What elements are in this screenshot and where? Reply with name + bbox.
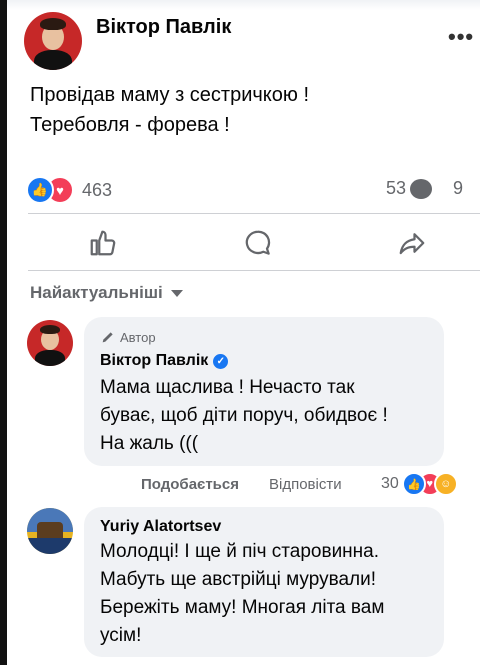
post-author-avatar[interactable] — [24, 12, 82, 70]
comments-count-link[interactable]: 53 — [386, 178, 433, 199]
comment-icon — [410, 178, 433, 199]
avatar-hair-shape — [40, 18, 66, 30]
verified-icon: ✓ — [213, 354, 229, 369]
sort-label: Найактуальніші — [30, 283, 163, 302]
comment-author-name[interactable]: Віктор Павлік ✓ — [100, 352, 229, 370]
top-strip — [0, 0, 480, 10]
author-badge-label: Автор — [120, 329, 156, 345]
like-action-icon[interactable] — [88, 228, 118, 258]
comment-like-button[interactable]: Подобається — [141, 476, 239, 493]
reactions-count: 463 — [82, 179, 113, 200]
shares-count-link[interactable]: 9 — [453, 178, 463, 199]
comment-action-icon[interactable] — [243, 228, 273, 258]
avatar-ground-shape — [27, 538, 73, 554]
comment-author-avatar[interactable] — [27, 320, 73, 366]
post-text: Провідав маму з сестричкою ! Теребовля -… — [30, 84, 310, 136]
author-badge: Автор — [100, 329, 156, 345]
comment-text: Мама щаслива ! Нечасто так буває, щоб ді… — [100, 377, 388, 454]
comment-text: Молодці! І ще й піч старовинна. Мабуть щ… — [100, 541, 385, 646]
avatar-body-shape — [34, 50, 72, 70]
more-icon[interactable]: ••• — [448, 24, 474, 50]
post-reactions-summary[interactable]: 👍 ♥ 463 — [26, 176, 112, 204]
like-reaction-icon: 👍 — [26, 176, 54, 204]
shares-count: 9 — [453, 178, 464, 198]
divider — [28, 213, 480, 214]
avatar-body-shape — [35, 350, 65, 366]
comment-author-name-text: Віктор Павлік — [100, 352, 209, 369]
comment-sort-dropdown[interactable]: Найактуальніші — [30, 283, 183, 303]
comment-author-avatar[interactable] — [27, 508, 73, 554]
avatar-hair-shape — [40, 325, 60, 334]
post-author-name[interactable]: Віктор Павлік — [96, 16, 231, 39]
care-reaction-icon: ☺ — [433, 472, 458, 496]
share-action-icon[interactable] — [397, 228, 427, 258]
comment-author-name[interactable]: Yuriy Alatortsev — [100, 518, 221, 536]
comment-reactions-count: 30 — [381, 475, 399, 492]
comment-reply-button[interactable]: Відповісти — [269, 476, 342, 493]
divider — [28, 270, 480, 271]
like-reaction-icon: 👍 — [401, 472, 426, 496]
comments-count: 53 — [386, 178, 407, 198]
left-edge-bar — [0, 0, 7, 665]
pencil-icon — [102, 332, 113, 343]
comment-reactions[interactable]: 30 👍 ♥ ☺ — [381, 472, 458, 496]
caret-down-icon — [170, 289, 183, 297]
